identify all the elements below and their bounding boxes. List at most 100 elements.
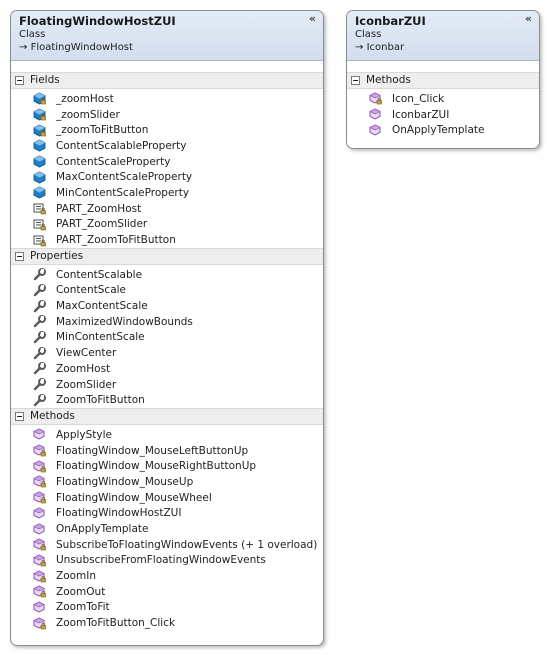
property-icon: [33, 330, 46, 344]
member-label: ZoomToFitButton: [56, 394, 145, 407]
property-icon: [33, 315, 46, 328]
section-title: Methods: [30, 410, 75, 423]
member-label: ApplyStyle: [56, 428, 113, 441]
method-icon: [33, 428, 46, 441]
private-constant-icon: [33, 202, 46, 215]
member-item[interactable]: ContentScalable: [11, 267, 323, 283]
member-item[interactable]: ContentScaleProperty: [11, 154, 323, 170]
collapse-toggle-icon[interactable]: [351, 76, 360, 85]
private-method-icon: [33, 444, 46, 457]
member-list-methods: ApplyStyle FloatingWindow_MouseLeftButton…: [11, 425, 323, 631]
class-box-iconbarzui[interactable]: IconbarZUI Class → Iconbar «Methods Icon_Cli…: [346, 10, 540, 149]
collapse-toggle-icon[interactable]: [15, 251, 24, 261]
member-item[interactable]: ZoomToFitButton_Click: [11, 615, 323, 631]
field-icon: [33, 155, 46, 168]
section-header-methods: Methods: [11, 408, 323, 426]
member-item[interactable]: SubscribeToFloatingWindowEvents (+ 1 ove…: [11, 537, 323, 553]
class-base: → FloatingWindowHost: [19, 41, 315, 54]
base-class-name: FloatingWindowHost: [30, 42, 133, 53]
member-item[interactable]: ApplyStyle: [11, 427, 323, 443]
member-item[interactable]: ZoomToFit: [11, 600, 323, 616]
member-label: IconbarZUI: [392, 108, 450, 121]
member-item[interactable]: ZoomHost: [11, 361, 323, 377]
inherits-arrow-icon: →: [355, 42, 364, 53]
private-method-icon: [33, 585, 46, 598]
private-constant-icon: [33, 234, 46, 247]
member-label: ZoomHost: [56, 362, 111, 375]
header-spacer: [347, 61, 539, 72]
member-item[interactable]: ContentScalableProperty: [11, 138, 323, 154]
member-item[interactable]: MaxContentScaleProperty: [11, 169, 323, 185]
section-title: Fields: [30, 74, 60, 86]
member-item[interactable]: MinContentScaleProperty: [11, 185, 323, 201]
member-label: MaxContentScaleProperty: [56, 171, 193, 184]
member-item[interactable]: ZoomIn: [11, 568, 323, 584]
section-header-properties: Properties: [11, 247, 323, 265]
member-item[interactable]: _zoomSlider: [11, 107, 323, 123]
member-item[interactable]: ZoomSlider: [11, 377, 323, 393]
member-item[interactable]: OnApplyTemplate: [11, 521, 323, 537]
method-icon: [369, 108, 382, 121]
member-item[interactable]: FloatingWindow_MouseRightButtonUp: [11, 458, 323, 474]
member-item[interactable]: ContentScale: [11, 283, 323, 299]
member-label: Icon_Click: [392, 92, 445, 105]
class-name: FloatingWindowHostZUI: [19, 14, 176, 28]
member-item[interactable]: ZoomToFitButton: [11, 392, 323, 408]
member-label: _zoomHost: [56, 92, 114, 105]
private-method-icon: [33, 570, 46, 583]
field-icon: [33, 171, 46, 184]
collapse-chevron-icon[interactable]: «: [309, 13, 316, 24]
member-item[interactable]: FloatingWindow_MouseWheel: [11, 490, 323, 506]
inherits-arrow-icon: →: [19, 42, 28, 53]
member-item[interactable]: IconbarZUI: [347, 107, 539, 123]
member-item[interactable]: UnsubscribeFromFloatingWindowEvents: [11, 553, 323, 569]
member-item[interactable]: PART_ZoomSlider: [11, 217, 323, 233]
member-label: ZoomToFit: [56, 601, 110, 614]
method-icon: [33, 601, 46, 614]
member-item[interactable]: MaximizedWindowBounds: [11, 314, 323, 330]
member-label: OnApplyTemplate: [392, 124, 485, 137]
member-item[interactable]: PART_ZoomToFitButton: [11, 232, 323, 248]
class-header: FloatingWindowHostZUI Class → FloatingWind…: [11, 11, 323, 61]
base-class-name: Iconbar: [366, 42, 405, 53]
member-label: ContentScale: [56, 284, 127, 297]
collapse-toggle-icon[interactable]: [15, 412, 24, 422]
private-method-icon: [33, 538, 46, 551]
member-list-properties: ContentScalable ContentScale MaxContentSca…: [11, 265, 323, 408]
collapse-chevron-icon[interactable]: «: [525, 13, 532, 24]
member-label: FloatingWindowHostZUI: [56, 507, 182, 520]
member-label: FloatingWindow_MouseUp: [56, 475, 194, 488]
member-item[interactable]: _zoomToFitButton: [11, 122, 323, 138]
member-item[interactable]: ViewCenter: [11, 345, 323, 361]
member-item[interactable]: FloatingWindow_MouseUp: [11, 474, 323, 490]
method-icon: [369, 124, 382, 137]
collapse-toggle-icon[interactable]: [15, 76, 24, 85]
member-item[interactable]: OnApplyTemplate: [347, 122, 539, 138]
section-header-fields: Fields: [11, 72, 323, 89]
private-method-icon: [33, 617, 46, 630]
member-item[interactable]: MaxContentScale: [11, 298, 323, 314]
private-method-icon: [33, 554, 46, 567]
class-name: IconbarZUI: [355, 14, 426, 28]
member-item[interactable]: MinContentScale: [11, 330, 323, 346]
member-label: ZoomOut: [56, 585, 106, 598]
member-label: MinContentScale: [56, 331, 145, 344]
member-item[interactable]: FloatingWindowHostZUI: [11, 506, 323, 522]
property-icon: [33, 378, 46, 391]
private-method-icon: [33, 475, 46, 488]
method-icon: [33, 522, 46, 536]
member-item[interactable]: FloatingWindow_MouseLeftButtonUp: [11, 443, 323, 459]
member-item[interactable]: Icon_Click: [347, 91, 539, 107]
member-item[interactable]: _zoomHost: [11, 91, 323, 107]
private-method-icon: [33, 460, 46, 473]
property-icon: [33, 393, 46, 407]
class-box-floatingwindowhostzui[interactable]: FloatingWindowHostZUI Class → FloatingWind…: [10, 10, 324, 646]
field-icon: [33, 139, 46, 152]
class-base: → Iconbar: [355, 41, 531, 54]
member-item[interactable]: ZoomOut: [11, 584, 323, 600]
private-field-icon: [33, 108, 46, 121]
header-spacer: [11, 61, 323, 72]
member-item[interactable]: PART_ZoomHost: [11, 201, 323, 217]
member-label: OnApplyTemplate: [56, 523, 149, 536]
member-label: FloatingWindow_MouseRightButtonUp: [56, 460, 257, 473]
